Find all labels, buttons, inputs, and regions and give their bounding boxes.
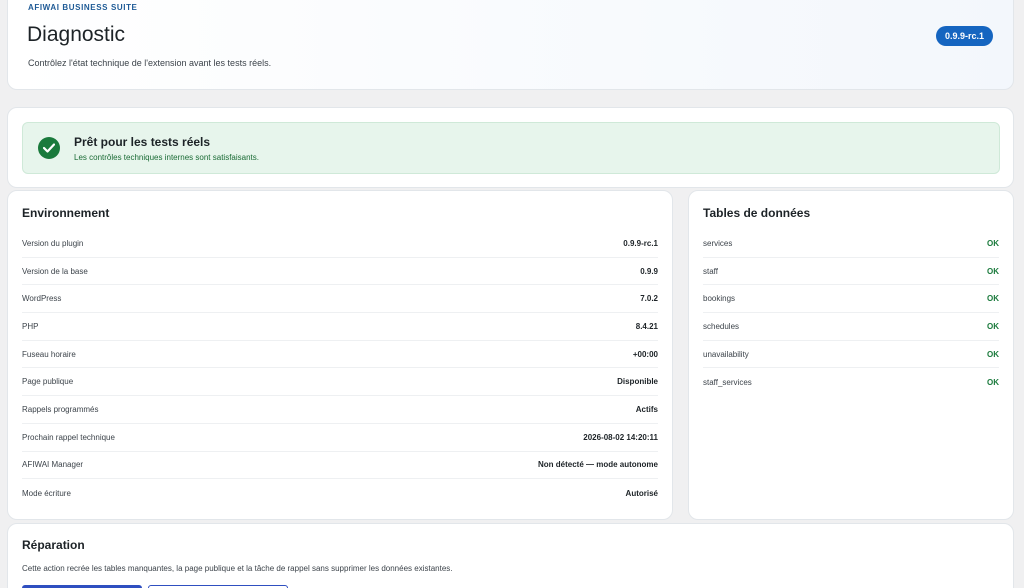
status-description: Les contrôles techniques internes sont s… xyxy=(74,153,259,162)
env-value: Actifs xyxy=(635,404,658,414)
table-row: staff OK xyxy=(703,258,999,286)
tables-card: Tables de données services OK staff OK boo… xyxy=(688,190,1014,520)
env-row: Version du plugin 0.9.9-rc.1 xyxy=(22,230,658,258)
env-row: AFIWAI Manager Non détecté — mode autonom… xyxy=(22,452,658,480)
env-row: PHP 8.4.21 xyxy=(22,313,658,341)
table-row: unavailability OK xyxy=(703,341,999,369)
table-name: services xyxy=(703,238,733,248)
status-card: Prêt pour les tests réels Les contrôles … xyxy=(7,107,1014,188)
env-value: Non détecté — mode autonome xyxy=(537,460,658,470)
env-value: +00:00 xyxy=(632,349,658,359)
env-label: Fuseau horaire xyxy=(22,349,76,359)
page-subtitle: Contrôlez l'état technique de l'extensio… xyxy=(28,58,272,68)
environment-list: Version du plugin 0.9.9-rc.1 Version de l… xyxy=(22,230,658,507)
header-card: AFIWAI BUSINESS SUITE Diagnostic Contrôl… xyxy=(7,0,1014,90)
env-value: 8.4.21 xyxy=(635,321,658,331)
table-status: OK xyxy=(987,266,999,276)
tables-list: services OK staff OK bookings OK schedules O… xyxy=(703,230,999,396)
table-status: OK xyxy=(987,321,999,331)
environment-card: Environnement Version du plugin 0.9.9-rc.… xyxy=(7,190,673,520)
repair-title: Réparation xyxy=(22,538,85,552)
table-name: bookings xyxy=(703,294,736,304)
env-label: Rappels programmés xyxy=(22,404,99,414)
table-status: OK xyxy=(987,294,999,304)
table-row: services OK xyxy=(703,230,999,258)
env-label: Page publique xyxy=(22,377,74,387)
env-row: Rappels programmés Actifs xyxy=(22,396,658,424)
table-name: staff_services xyxy=(703,377,752,387)
repair-card: Réparation Cette action recrée les table… xyxy=(7,523,1014,588)
table-name: unavailability xyxy=(703,349,749,359)
env-row: Mode écriture Autorisé xyxy=(22,479,658,507)
tables-title: Tables de données xyxy=(703,206,811,220)
env-label: Prochain rappel technique xyxy=(22,432,115,442)
status-title: Prêt pour les tests réels xyxy=(74,135,211,149)
env-row: Page publique Disponible xyxy=(22,368,658,397)
table-row: staff_services OK xyxy=(703,368,999,396)
table-status: OK xyxy=(987,238,999,248)
env-label: Version du plugin xyxy=(22,238,84,248)
suite-name: AFIWAI BUSINESS SUITE xyxy=(28,3,138,12)
env-label: Mode écriture xyxy=(22,488,71,498)
env-row: Prochain rappel technique 2026-08-02 14:2… xyxy=(22,424,658,452)
page-title: Diagnostic xyxy=(27,23,126,46)
env-row: Fuseau horaire +00:00 xyxy=(22,341,658,369)
env-row: WordPress 7.0.2 xyxy=(22,285,658,314)
environment-title: Environnement xyxy=(22,206,110,220)
table-name: schedules xyxy=(703,321,740,331)
env-value: Disponible xyxy=(617,377,658,387)
table-row: schedules OK xyxy=(703,313,999,341)
status-notice: Prêt pour les tests réels Les contrôles … xyxy=(22,122,1000,174)
env-value: 0.9.9-rc.1 xyxy=(623,238,658,248)
table-status: OK xyxy=(987,377,999,387)
check-circle-icon xyxy=(38,137,60,159)
repair-description: Cette action recrée les tables manquante… xyxy=(22,564,453,573)
env-label: AFIWAI Manager xyxy=(22,460,84,470)
env-label: PHP xyxy=(22,321,39,331)
env-label: WordPress xyxy=(22,294,62,304)
table-row: bookings OK xyxy=(703,285,999,314)
env-value: 2026-08-02 14:20:11 xyxy=(583,432,658,442)
version-badge: 0.9.9-rc.1 xyxy=(935,26,993,46)
env-row: Version de la base 0.9.9 xyxy=(22,258,658,286)
env-value: 7.0.2 xyxy=(640,294,658,304)
table-status: OK xyxy=(987,349,999,359)
table-name: staff xyxy=(703,266,718,276)
env-value: Autorisé xyxy=(625,488,658,498)
env-value: 0.9.9 xyxy=(640,266,658,276)
env-label: Version de la base xyxy=(22,266,88,276)
